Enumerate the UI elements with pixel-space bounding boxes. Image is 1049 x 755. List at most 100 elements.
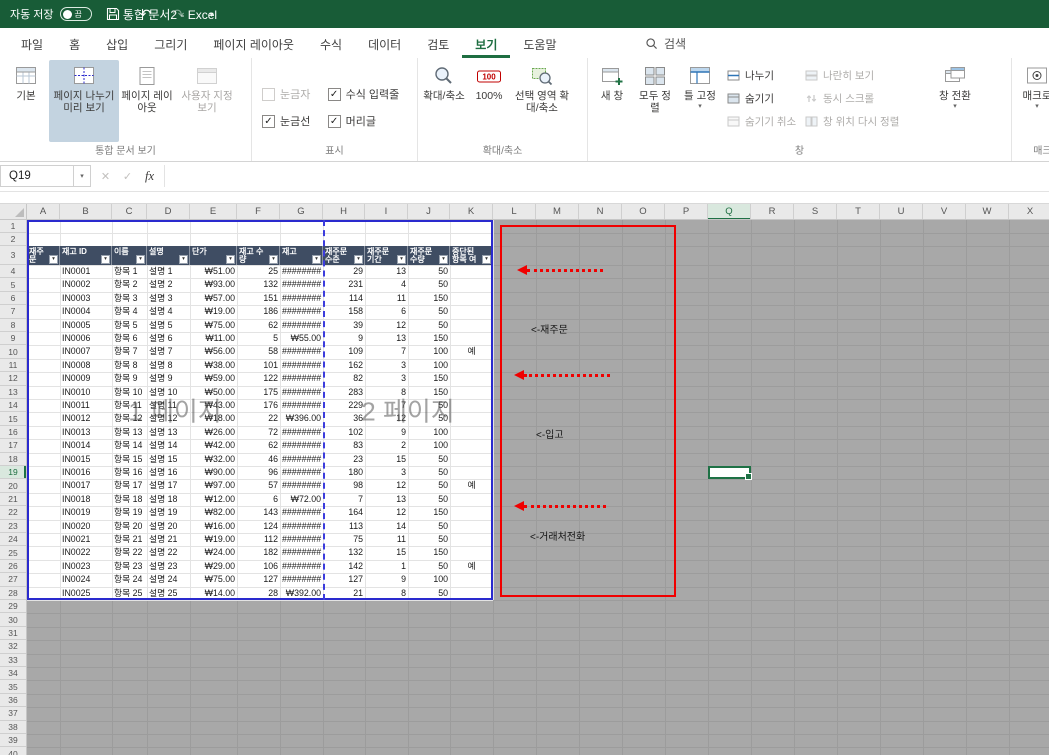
row-header-22[interactable]: 22 [0, 506, 26, 520]
column-header-I[interactable]: I [365, 204, 408, 219]
cell[interactable]: 15 [365, 546, 408, 559]
cell[interactable]: IN0014 [60, 439, 112, 452]
table-column-header[interactable]: 재주문 ▾ [27, 246, 60, 265]
cell[interactable]: ₩19.00 [190, 533, 237, 546]
cell[interactable]: 150 [408, 506, 450, 519]
row-header-38[interactable]: 38 [0, 721, 26, 734]
cell[interactable]: 항목 20 [112, 520, 147, 533]
cell[interactable]: 75 [323, 533, 365, 546]
cell[interactable]: 항목 5 [112, 319, 147, 332]
cell[interactable]: ₩57.00 [190, 292, 237, 305]
filter-dropdown-icon[interactable]: ▾ [136, 255, 145, 264]
cell[interactable]: 설명 14 [147, 439, 190, 452]
cell[interactable]: ₩396.00 [280, 412, 323, 425]
column-header-W[interactable]: W [966, 204, 1009, 219]
cell[interactable]: 12 [365, 506, 408, 519]
cell[interactable]: ######## [280, 439, 323, 452]
cell[interactable]: 항목 14 [112, 439, 147, 452]
table-column-header[interactable]: 중단된 항목 여 ▾ [450, 246, 493, 265]
cell[interactable]: ######## [280, 426, 323, 439]
column-header-K[interactable]: K [450, 204, 493, 219]
filter-dropdown-icon[interactable]: ▾ [482, 255, 491, 264]
cell[interactable]: 50 [408, 319, 450, 332]
cell[interactable]: 83 [323, 439, 365, 452]
cell[interactable]: 50 [408, 479, 450, 492]
column-header-M[interactable]: M [536, 204, 579, 219]
macros-button[interactable]: 매크로 ▾ [1015, 60, 1049, 142]
column-header-E[interactable]: E [190, 204, 237, 219]
ribbon-tab-파일[interactable]: 파일 [8, 28, 56, 58]
cell[interactable]: 142 [323, 560, 365, 573]
cell[interactable]: ₩32.00 [190, 453, 237, 466]
table-column-header[interactable]: 재고 ID ▾ [60, 246, 112, 265]
cell[interactable]: 12 [365, 319, 408, 332]
cell[interactable]: 항목 6 [112, 332, 147, 345]
formula-input[interactable] [164, 165, 1049, 187]
cell[interactable]: ₩97.00 [190, 479, 237, 492]
cell[interactable]: 12 [365, 479, 408, 492]
cell[interactable]: 항목 8 [112, 359, 147, 372]
cell[interactable]: ######## [280, 359, 323, 372]
cell[interactable]: 50 [408, 466, 450, 479]
cell[interactable]: 25 [237, 265, 280, 278]
cell[interactable]: 58 [237, 345, 280, 358]
cell[interactable]: 설명 21 [147, 533, 190, 546]
cell[interactable]: 122 [237, 372, 280, 385]
cell[interactable]: 127 [323, 573, 365, 586]
row-header-15[interactable]: 15 [0, 412, 26, 426]
filter-dropdown-icon[interactable]: ▾ [397, 255, 406, 264]
ruler-checkbox[interactable]: 눈금자 [262, 86, 314, 102]
cell[interactable]: 15 [365, 453, 408, 466]
ribbon-tab-그리기[interactable]: 그리기 [141, 28, 200, 58]
cell[interactable]: IN0001 [60, 265, 112, 278]
filter-dropdown-icon[interactable]: ▾ [312, 255, 321, 264]
insert-function-button[interactable]: fx [140, 169, 159, 184]
cell[interactable]: IN0024 [60, 573, 112, 586]
cell[interactable]: 설명 19 [147, 506, 190, 519]
row-header-30[interactable]: 30 [0, 613, 26, 627]
cell[interactable]: 예 [450, 560, 493, 573]
cell[interactable]: 50 [408, 453, 450, 466]
row-header-10[interactable]: 10 [0, 345, 26, 359]
row-header-1[interactable]: 1 [0, 220, 26, 233]
cell[interactable]: ₩90.00 [190, 466, 237, 479]
cell[interactable]: ₩72.00 [280, 493, 323, 506]
red-arrow-shape[interactable] [517, 265, 603, 275]
selected-cell-Q19[interactable] [708, 466, 752, 481]
ribbon-tab-보기[interactable]: 보기 [462, 28, 510, 58]
column-header-J[interactable]: J [408, 204, 450, 219]
cell[interactable]: IN0011 [60, 399, 112, 412]
column-header-S[interactable]: S [794, 204, 837, 219]
cell[interactable]: 100 [408, 573, 450, 586]
column-header-B[interactable]: B [60, 204, 112, 219]
column-header-Q[interactable]: Q [708, 204, 751, 219]
cell[interactable]: IN0003 [60, 292, 112, 305]
cell[interactable]: IN0019 [60, 506, 112, 519]
cell[interactable]: 150 [408, 372, 450, 385]
cell[interactable]: 11 [365, 292, 408, 305]
freeze-panes-button[interactable]: 틀 고정 ▾ [677, 60, 723, 142]
cell[interactable]: 항목 1 [112, 265, 147, 278]
row-header-31[interactable]: 31 [0, 627, 26, 641]
cell[interactable]: ######## [280, 533, 323, 546]
cell[interactable]: 항목 2 [112, 278, 147, 291]
cell[interactable]: ₩59.00 [190, 372, 237, 385]
cell[interactable]: IN0020 [60, 520, 112, 533]
row-header-23[interactable]: 23 [0, 520, 26, 533]
cell[interactable]: ₩51.00 [190, 265, 237, 278]
table-column-header[interactable]: 단가 ▾ [190, 246, 237, 265]
row-header-5[interactable]: 5 [0, 278, 26, 292]
cell[interactable]: 186 [237, 305, 280, 318]
cell[interactable]: 57 [237, 479, 280, 492]
cell[interactable]: 항목 22 [112, 546, 147, 559]
row-header-29[interactable]: 29 [0, 600, 26, 614]
cell[interactable]: 21 [323, 587, 365, 600]
cell[interactable]: 106 [237, 560, 280, 573]
cell[interactable]: 예 [450, 479, 493, 492]
cell[interactable]: 50 [408, 278, 450, 291]
cell[interactable]: ######## [280, 453, 323, 466]
cell[interactable]: 36 [323, 412, 365, 425]
row-header-19[interactable]: 19 [0, 466, 26, 480]
cell[interactable]: ₩11.00 [190, 332, 237, 345]
cell[interactable]: 132 [323, 546, 365, 559]
